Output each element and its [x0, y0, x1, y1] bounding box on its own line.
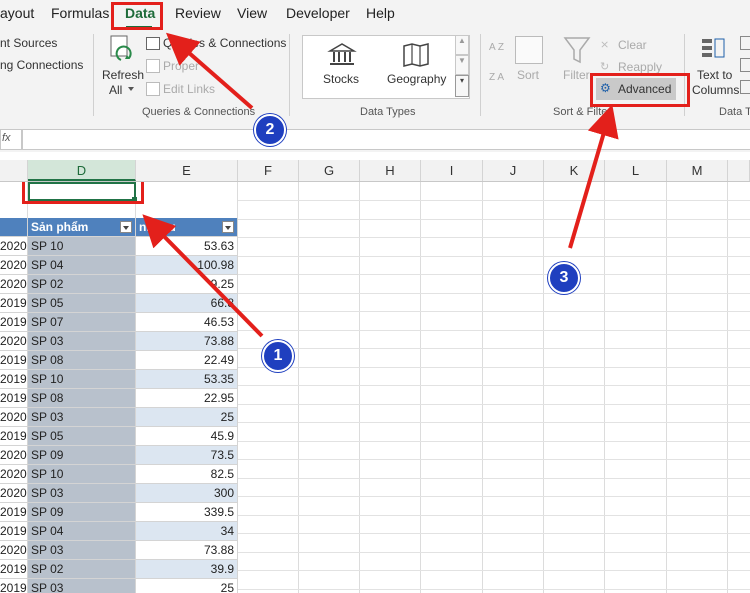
annotation-arrows	[142, 32, 619, 338]
step-badge-2: 2	[254, 114, 286, 146]
arrow-3	[568, 104, 619, 249]
arrow-2	[165, 32, 254, 110]
step-badge-1: 1	[262, 340, 294, 372]
arrow-1	[142, 214, 264, 338]
step-badge-3: 3	[548, 262, 580, 294]
